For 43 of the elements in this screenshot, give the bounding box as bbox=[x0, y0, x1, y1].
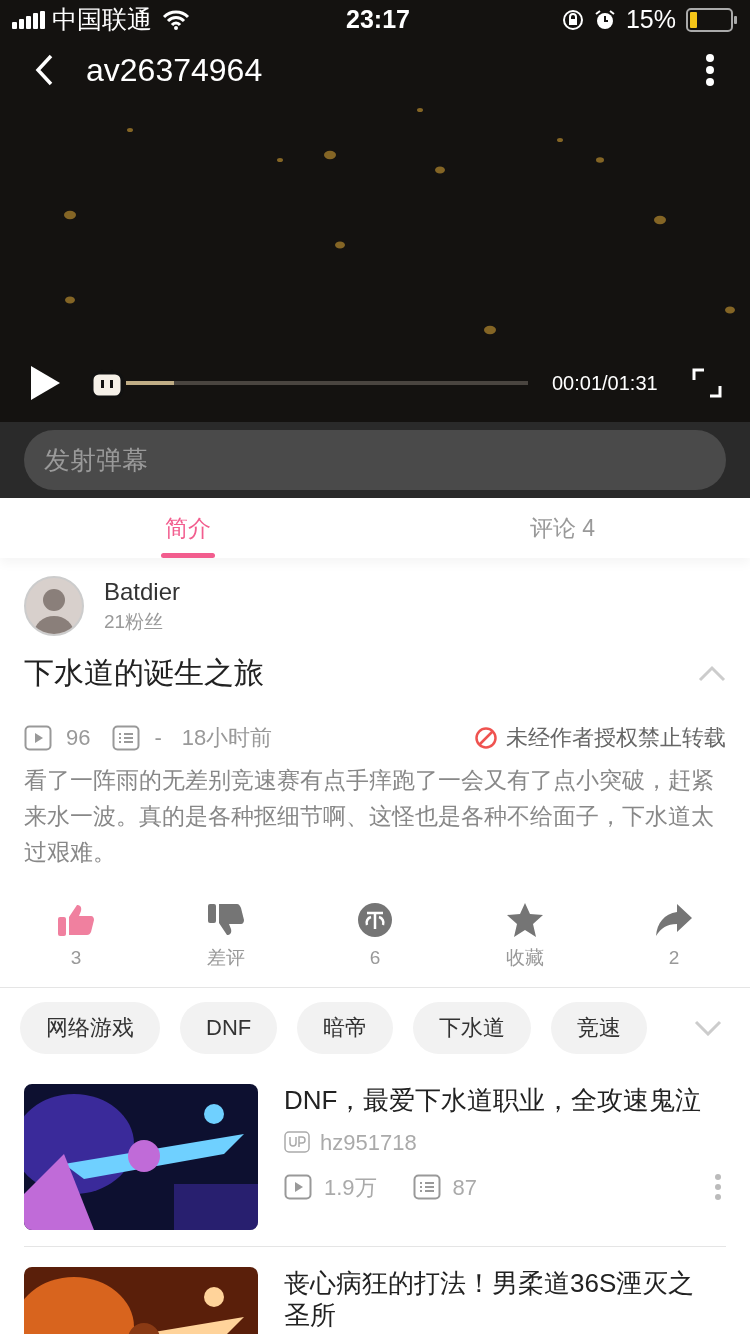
related-video-item[interactable]: DNF，最爱下水道职业，全攻速鬼泣 hz951718 1.9万 87 bbox=[24, 1083, 726, 1247]
tag-chip[interactable]: 网络游戏 bbox=[20, 1001, 160, 1054]
rotation-lock-icon bbox=[561, 9, 584, 31]
tag-chip[interactable]: DNF bbox=[180, 1001, 278, 1054]
play-count-icon bbox=[24, 724, 52, 751]
related-danmaku-count: 87 bbox=[452, 1173, 478, 1202]
related-video-item[interactable]: 丧心病狂的打法！男柔道36S湮灭之圣所 bbox=[24, 1266, 726, 1334]
play-count: 96 bbox=[66, 724, 91, 752]
video-description: 看了一阵雨的无差别竞速赛有点手痒跑了一会又有了点小突破，赶紧来水一波。真的是各种抠细节啊、这怪也是各种不给面子，下水道太过艰难。 bbox=[23, 766, 715, 867]
carrier-name: 中国联通 bbox=[52, 4, 152, 36]
progress-track[interactable] bbox=[126, 381, 528, 385]
play-button[interactable] bbox=[28, 364, 62, 402]
related-play-count: 1.9万 bbox=[324, 1173, 377, 1202]
tab-indicator bbox=[160, 553, 215, 558]
danmaku-count: - bbox=[154, 724, 162, 752]
related-uploader: hz951718 bbox=[320, 1128, 417, 1157]
danmaku-input-field[interactable]: 发射弹幕 bbox=[24, 430, 726, 490]
battery-icon bbox=[686, 8, 738, 32]
repost-notice: 未经作者授权禁止转载 bbox=[506, 724, 726, 752]
status-time: 23:17 bbox=[346, 4, 410, 36]
more-icon[interactable] bbox=[704, 53, 716, 87]
up-badge-icon bbox=[284, 1131, 310, 1153]
video-title: 下水道的诞生之旅 bbox=[24, 655, 264, 691]
upload-time: 18小时前 bbox=[181, 724, 273, 752]
fullscreen-button[interactable] bbox=[692, 368, 722, 398]
related-video-title: DNF，最爱下水道职业，全攻速鬼泣 bbox=[284, 1083, 703, 1116]
alarm-icon bbox=[593, 9, 616, 31]
tag-chip[interactable]: 暗帝 bbox=[297, 1001, 394, 1054]
danmaku-count-icon bbox=[412, 1174, 441, 1200]
tag-chip[interactable]: 竞速 bbox=[551, 1001, 648, 1054]
fans-count: 21粉丝 bbox=[104, 610, 165, 634]
signal-icon bbox=[12, 11, 46, 29]
play-count-icon bbox=[284, 1174, 312, 1200]
prohibited-icon bbox=[474, 725, 498, 750]
tag-chip[interactable]: 下水道 bbox=[413, 1001, 532, 1054]
battery-percent: 15% bbox=[625, 4, 676, 36]
wifi-icon bbox=[162, 10, 190, 30]
related-video-title: 丧心病狂的打法！男柔道36S湮灭之圣所 bbox=[284, 1266, 696, 1331]
uploader-name[interactable]: Batdier bbox=[104, 576, 181, 608]
playback-time: 00:01/01:31 bbox=[552, 371, 658, 396]
avatar[interactable] bbox=[24, 576, 84, 636]
video-id-title: av26374964 bbox=[86, 51, 263, 90]
danmaku-count-icon bbox=[112, 724, 141, 751]
